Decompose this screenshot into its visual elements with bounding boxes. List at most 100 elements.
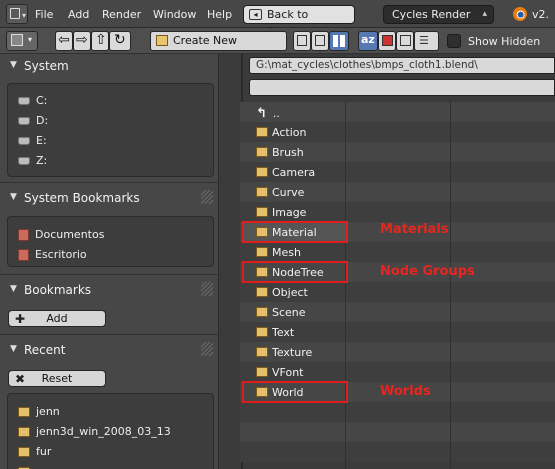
collapse-triangle-icon: ▼ (10, 192, 17, 202)
folder-row-nodetree[interactable]: NodeTree (256, 263, 324, 283)
sort-alphabetical-button[interactable]: az (358, 31, 378, 51)
folder-icon (256, 267, 268, 277)
sort-ext-icon (382, 35, 393, 46)
list-item[interactable]: Escritorio (18, 248, 87, 261)
directory-path-field[interactable]: G:\mat_cycles\clothes\bmps_cloth1.blend\ (249, 57, 555, 74)
render-engine-select[interactable]: Cycles Render ▴▾ (383, 5, 494, 36)
folder-row-curve[interactable]: Curve (256, 183, 304, 203)
folder-icon (18, 427, 30, 437)
folder-icon (256, 307, 268, 317)
folder-row-text[interactable]: Text (256, 323, 294, 343)
divider (0, 334, 219, 335)
drive-icon (18, 157, 30, 165)
reset-recent-label: Reset (41, 372, 73, 385)
arrow-left-icon: ⇦ (58, 32, 70, 48)
list-item[interactable]: D: (18, 114, 48, 127)
folder-icon (18, 447, 30, 457)
folder-row-image[interactable]: Image (256, 203, 306, 223)
folder-row-action[interactable]: Action (256, 123, 306, 143)
new-folder-icon (156, 35, 168, 46)
recent-list: jenn jenn3d_win_2008_03_13 fur (7, 393, 214, 469)
folder-row-vfont[interactable]: VFont (256, 363, 303, 383)
parent-directory-row[interactable]: ↰.. (256, 104, 280, 124)
refresh-button[interactable]: ↻ (109, 31, 131, 51)
back-to-previous-button[interactable]: ◂ Back to Previous (243, 5, 355, 38)
editor-type-button[interactable]: ▾ (6, 31, 38, 51)
recent-panel-title: Recent (24, 343, 66, 357)
info-editor-icon (10, 8, 20, 19)
system-bookmarks-panel-title: System Bookmarks (24, 191, 140, 205)
list-row-stripe (240, 422, 555, 442)
list-item[interactable]: fur (18, 445, 51, 458)
editor-type-button[interactable]: ▾ (6, 4, 28, 24)
parent-arrow-icon: ↰ (256, 106, 267, 121)
menu-help[interactable]: Help (207, 8, 232, 21)
list-item[interactable]: jenn (18, 405, 60, 418)
drag-grip-icon[interactable] (201, 282, 213, 296)
folder-row-texture[interactable]: Texture (256, 343, 312, 363)
add-bookmark-button[interactable]: ✚ Add (8, 310, 106, 327)
version-label: v2. (532, 8, 550, 21)
chevron-down-icon: ▾ (22, 11, 27, 20)
forward-button[interactable]: ⇨ (73, 31, 91, 51)
folder-icon (256, 167, 268, 177)
system-bookmarks-list: Documentos Escritorio (7, 216, 214, 267)
system-panel-title: System (24, 59, 69, 73)
folder-row-brush[interactable]: Brush (256, 143, 304, 163)
list-item[interactable]: C: (18, 94, 47, 107)
display-short-list-button[interactable] (293, 31, 311, 51)
menu-add[interactable]: Add (68, 8, 89, 21)
chevron-down-icon: ▾ (28, 35, 33, 44)
list-row-stripe (240, 442, 555, 462)
bookmark-icon (18, 249, 29, 261)
list-item[interactable]: Documentos (18, 228, 104, 241)
sort-size-button[interactable]: ☰ (414, 31, 439, 51)
folder-icon (256, 247, 268, 257)
column-divider (345, 102, 346, 469)
show-hidden-checkbox[interactable] (447, 34, 461, 48)
display-thumbnails-button[interactable] (329, 31, 349, 51)
create-new-directory-button[interactable]: Create New Directory (150, 31, 287, 65)
folder-row-material[interactable]: Material (256, 223, 317, 243)
sort-alpha-icon: az (361, 33, 375, 46)
folder-icon (256, 187, 268, 197)
top-menu-bar: ▾ File Add Render Window Help ◂ Back to … (0, 0, 555, 38)
divider (0, 274, 219, 275)
render-engine-value: Cycles Render (392, 8, 471, 21)
file-name-field[interactable] (249, 79, 555, 96)
folder-row-camera[interactable]: Camera (256, 163, 315, 183)
sort-time-button[interactable] (396, 31, 414, 51)
list-item[interactable]: E: (18, 134, 47, 147)
sort-extension-button[interactable] (378, 31, 396, 51)
system-bookmarks-panel-header[interactable]: ▼ System Bookmarks (0, 188, 219, 210)
folder-row-mesh[interactable]: Mesh (256, 243, 301, 263)
bookmarks-panel-header[interactable]: ▼ Bookmarks (0, 280, 219, 302)
system-panel-header[interactable]: ▼ System (0, 56, 219, 78)
menu-window[interactable]: Window (153, 8, 196, 21)
reset-recent-button[interactable]: ✖ Reset (8, 370, 106, 387)
list-item[interactable]: jenn3d_win_2008_03_13 (18, 425, 171, 438)
drive-icon (18, 97, 30, 105)
folder-row-scene[interactable]: Scene (256, 303, 306, 323)
list-item[interactable]: Z: (18, 154, 47, 167)
folder-icon (256, 387, 268, 397)
annotation-node-groups: Node Groups (380, 264, 475, 279)
folder-icon (256, 207, 268, 217)
list-item[interactable] (18, 465, 36, 469)
folder-icon (256, 127, 268, 137)
recent-panel-header[interactable]: ▼ Recent (0, 340, 219, 362)
collapse-triangle-icon: ▼ (10, 60, 17, 70)
parent-directory-button[interactable]: ⇧ (91, 31, 109, 51)
file-browser-icon (11, 34, 23, 46)
drag-grip-icon[interactable] (201, 342, 213, 356)
folder-row-world[interactable]: World (256, 383, 304, 403)
drag-grip-icon[interactable] (201, 190, 213, 204)
bookmark-icon (18, 229, 29, 241)
thumbnails-icon (333, 35, 345, 47)
arrow-up-icon: ⇧ (95, 32, 107, 48)
back-button[interactable]: ⇦ (55, 31, 73, 51)
menu-file[interactable]: File (35, 8, 53, 21)
menu-render[interactable]: Render (102, 8, 141, 21)
display-long-list-button[interactable] (311, 31, 329, 51)
folder-row-object[interactable]: Object (256, 283, 308, 303)
